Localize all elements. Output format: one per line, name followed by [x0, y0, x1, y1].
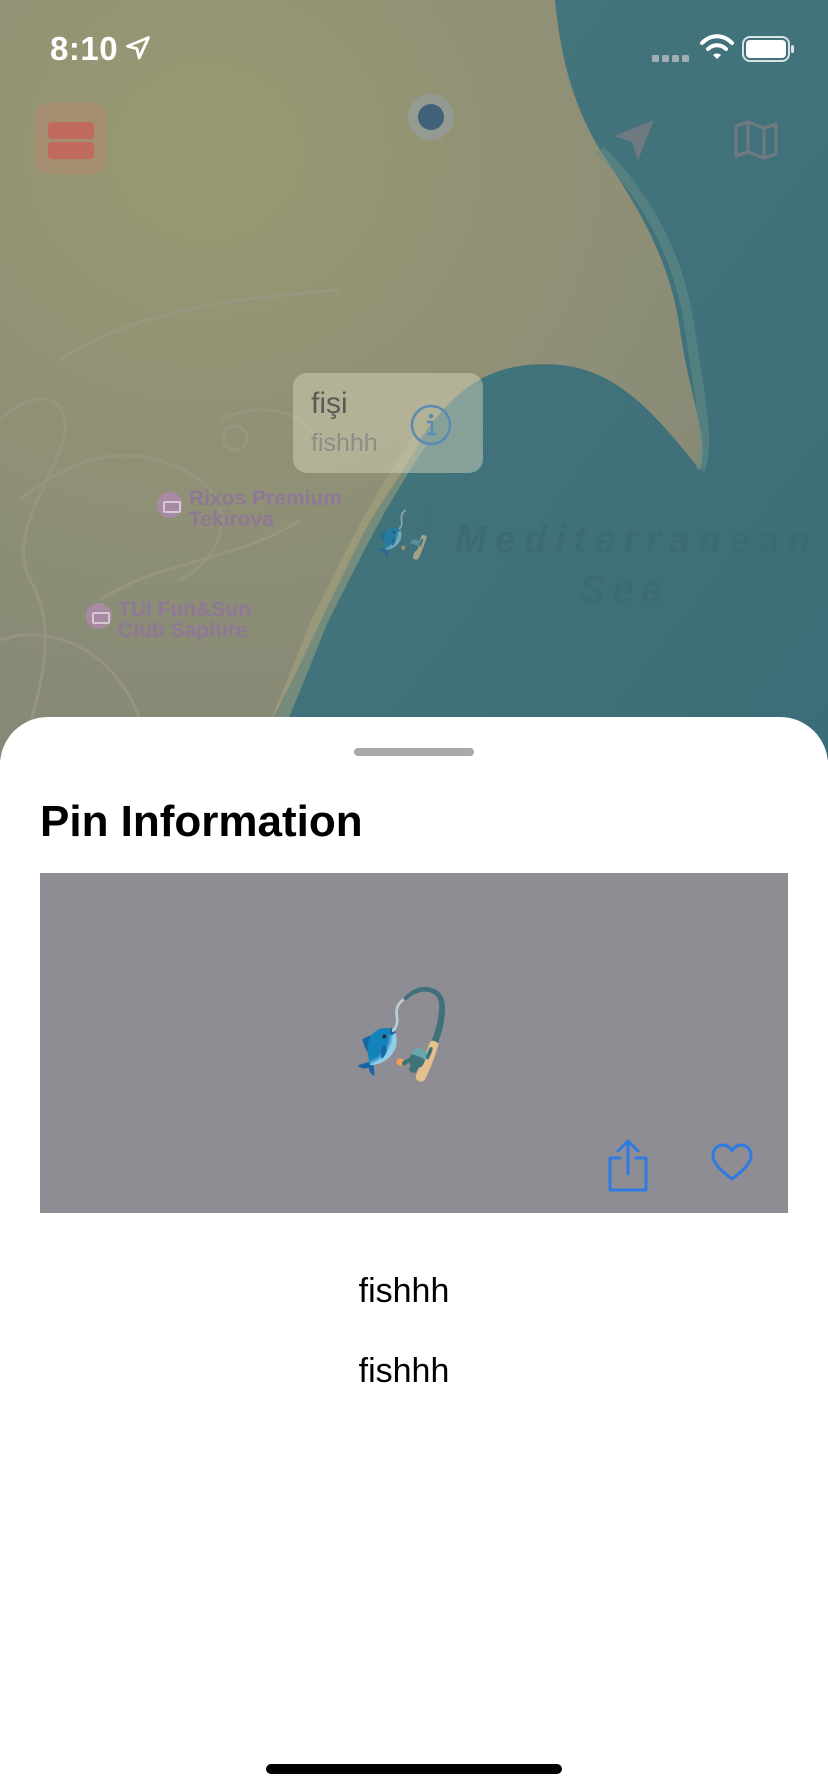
map-icon: [732, 120, 780, 168]
status-bar: 8:10: [0, 0, 828, 100]
cellular-signal-icon: [652, 50, 692, 68]
map-view[interactable]: 8:10 fişi fishhh Rixos Premium Tekirova …: [0, 0, 828, 760]
callout-subtitle: fishhh: [311, 429, 378, 457]
share-icon: [602, 1139, 654, 1198]
layers-icon: [34, 122, 106, 178]
hotel-bed-icon: [86, 603, 112, 629]
callout-title: fişi: [311, 387, 348, 420]
poi-label-line1: TUI Fun&Sun: [118, 598, 251, 621]
poi-tui[interactable]: TUI Fun&Sun Club Saphire: [86, 599, 251, 641]
status-time: 8:10: [50, 30, 119, 67]
poi-label-line2: Club Saphire: [118, 619, 248, 642]
pin-photo: 🎣: [40, 873, 788, 1213]
sheet-grabber[interactable]: [354, 748, 474, 756]
info-circle-icon[interactable]: [409, 403, 453, 452]
user-location-dot: [408, 94, 454, 140]
sea-label-line2: Sea: [579, 569, 671, 611]
sea-label: Mediterranean Sea: [455, 515, 819, 615]
heart-icon: [710, 1143, 754, 1189]
hotel-bed-icon: [157, 492, 183, 518]
share-button[interactable]: [602, 1138, 654, 1194]
pin-detail-line: fishhh: [358, 1352, 450, 1390]
poi-label-line2: Tekirova: [189, 508, 274, 531]
favorite-button[interactable]: [710, 1141, 754, 1185]
fishing-emoji-image: 🎣: [348, 987, 456, 1083]
locate-button[interactable]: [610, 116, 658, 169]
layers-button[interactable]: [34, 102, 106, 174]
sea-label-line1: Mediterranean: [455, 519, 819, 561]
battery-full-icon: [742, 36, 796, 67]
home-indicator[interactable]: [266, 1764, 562, 1774]
sheet-title: Pin Information: [40, 797, 363, 846]
fishing-pin-marker[interactable]: 🎣: [372, 502, 437, 562]
pin-detail-line: fishhh: [358, 1272, 450, 1310]
location-arrow-icon: [124, 34, 152, 67]
map-type-button[interactable]: [732, 116, 780, 169]
pin-callout[interactable]: fişi fishhh: [293, 373, 483, 473]
location-arrow-icon: [610, 120, 658, 168]
pin-info-sheet: Pin Information 🎣: [0, 717, 828, 1792]
wifi-icon: [700, 34, 734, 65]
poi-rixos[interactable]: Rixos Premium Tekirova: [157, 488, 342, 530]
poi-label-line1: Rixos Premium: [189, 487, 342, 510]
